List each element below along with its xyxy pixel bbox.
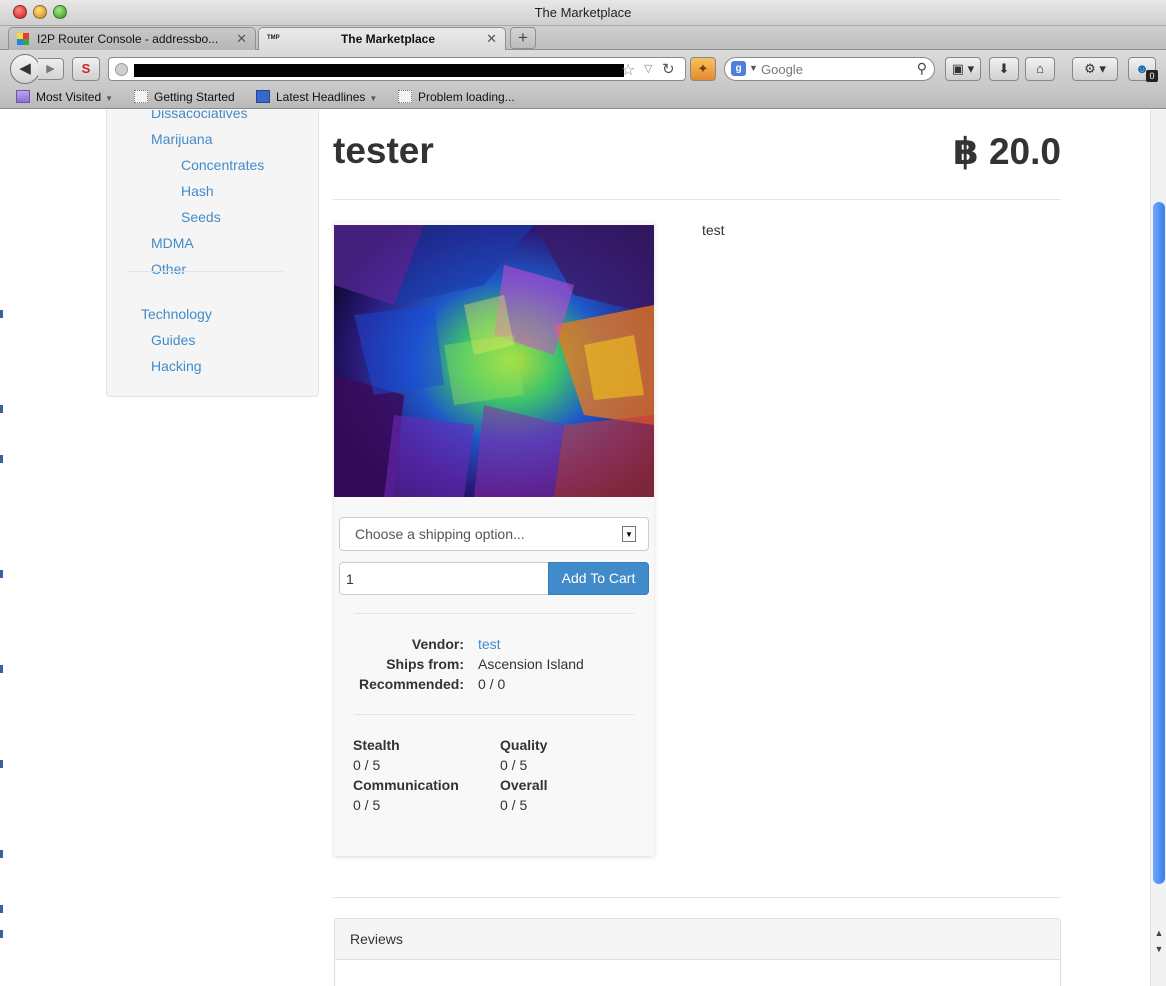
category-sidebar: Dissacociatives Marijuana Concentrates H… xyxy=(106,110,319,397)
stealth-label: Stealth xyxy=(353,737,400,753)
category-other[interactable]: Other xyxy=(151,261,186,277)
chevron-down-icon: ▼ xyxy=(369,94,378,103)
stealth-value: 0 / 5 xyxy=(353,757,381,773)
window-title: The Marketplace xyxy=(534,5,632,20)
quality-value: 0 / 5 xyxy=(500,757,528,773)
forward-button[interactable]: ▶ xyxy=(38,58,64,80)
history-dropdown-icon[interactable]: ▽ xyxy=(644,62,652,75)
back-button[interactable]: ◀ xyxy=(10,54,40,84)
page-viewport: Dissacociatives Marijuana Concentrates H… xyxy=(0,110,1150,986)
new-tab-button[interactable]: + xyxy=(510,27,536,49)
address-bar[interactable]: ☆ ▽ ↻ xyxy=(108,57,686,81)
category-hacking[interactable]: Hacking xyxy=(151,358,202,374)
scroll-up-icon[interactable]: ▲ xyxy=(1153,928,1165,938)
rss-icon xyxy=(256,90,270,103)
close-tab-icon[interactable]: ✕ xyxy=(236,31,247,47)
card-divider xyxy=(354,714,634,715)
bookmarks-toolbar: Most Visited ▼ Getting Started Latest Hea… xyxy=(0,87,1166,109)
reload-icon[interactable]: ↻ xyxy=(662,60,675,78)
extension-icon[interactable]: ✦ xyxy=(690,57,716,81)
bookmark-star-icon[interactable]: ☆ xyxy=(621,60,635,80)
tab-marketplace[interactable]: TMP The Marketplace ✕ xyxy=(258,27,506,50)
close-tab-icon[interactable]: ✕ xyxy=(486,31,497,47)
marketplace-favicon-icon: TMP xyxy=(267,35,280,41)
category-concentrates[interactable]: Concentrates xyxy=(181,157,264,173)
overall-value: 0 / 5 xyxy=(500,797,528,813)
category-marijuana[interactable]: Marijuana xyxy=(151,131,212,147)
shipping-select[interactable]: Choose a shipping option... ▼ xyxy=(339,517,649,551)
product-card: Choose a shipping option... ▼ 1 Add To C… xyxy=(334,222,654,856)
category-technology[interactable]: Technology xyxy=(141,306,212,322)
page-icon xyxy=(398,90,412,103)
bookmark-label: Latest Headlines xyxy=(276,90,366,104)
product-description: test xyxy=(702,222,725,238)
navigation-toolbar: ◀ ▶ S ☆ ▽ ↻ ✦ g ▼ Google ⚲ ▣ ▾ ⬇ ⌂ ⚙ ▾ ☻… xyxy=(0,50,1166,87)
i2p-favicon-icon xyxy=(17,33,29,45)
quality-label: Quality xyxy=(500,737,548,753)
bookmark-label: Getting Started xyxy=(154,90,235,104)
header-divider xyxy=(333,199,1061,200)
communication-label: Communication xyxy=(353,777,459,793)
chevron-down-icon: ▼ xyxy=(622,526,636,542)
search-icon[interactable]: ⚲ xyxy=(917,60,927,77)
category-seeds[interactable]: Seeds xyxy=(181,209,221,225)
product-image-art xyxy=(334,225,654,497)
recommended-label: Recommended: xyxy=(358,676,464,692)
home-icon[interactable]: ⌂ xyxy=(1025,57,1055,81)
google-engine-icon[interactable]: g xyxy=(731,61,746,76)
category-guides[interactable]: Guides xyxy=(151,332,195,348)
addon-menu-button[interactable]: ⚙ ▾ xyxy=(1072,57,1118,81)
recommended-value: 0 / 0 xyxy=(478,676,506,692)
tab-label: The Marketplace xyxy=(340,32,436,46)
redacted-url xyxy=(134,64,624,77)
tab-label: I2P Router Console - addressbo... xyxy=(37,32,219,46)
category-hash[interactable]: Hash xyxy=(181,183,214,199)
noscript-icon[interactable]: S xyxy=(72,57,100,81)
site-identity-icon[interactable] xyxy=(115,63,128,76)
ships-from-label: Ships from: xyxy=(386,656,464,672)
quantity-input[interactable]: 1 xyxy=(339,562,549,595)
chevron-down-icon: ▼ xyxy=(105,94,114,103)
scroll-down-icon[interactable]: ▼ xyxy=(1153,944,1165,954)
communication-value: 0 / 5 xyxy=(353,797,381,813)
bookmark-most-visited[interactable]: Most Visited ▼ xyxy=(16,90,113,104)
bookmark-label: Most Visited xyxy=(36,90,102,104)
vendor-label: Vendor: xyxy=(411,636,464,652)
bookmark-label: Problem loading... xyxy=(418,90,515,104)
product-price: ฿ 20.0 xyxy=(952,131,1061,172)
folder-icon xyxy=(16,90,30,103)
overall-label: Overall xyxy=(500,777,548,793)
product-title: tester xyxy=(333,130,434,171)
product-image xyxy=(334,225,654,497)
tab-router-console[interactable]: I2P Router Console - addressbo... ✕ xyxy=(8,27,256,50)
shipping-select-value: Choose a shipping option... xyxy=(355,526,525,542)
card-divider xyxy=(354,613,634,614)
window-titlebar: The Marketplace xyxy=(0,0,1166,26)
bookmark-problem-loading[interactable]: Problem loading... xyxy=(398,90,515,104)
search-bar[interactable]: g ▼ Google ⚲ xyxy=(724,57,935,81)
reviews-panel: Reviews xyxy=(334,918,1061,986)
tab-bar: I2P Router Console - addressbo... ✕ TMP … xyxy=(0,26,1166,50)
download-icon[interactable]: ⬇ xyxy=(989,57,1019,81)
ships-from-value: Ascension Island xyxy=(478,656,584,672)
category-dissacociatives[interactable]: Dissacociatives xyxy=(151,110,247,121)
reviews-heading: Reviews xyxy=(335,919,1060,960)
notification-badge: 0 xyxy=(1146,70,1158,82)
sidebar-divider xyxy=(127,271,283,272)
vendor-link[interactable]: test xyxy=(478,636,501,652)
engine-dropdown-icon[interactable]: ▼ xyxy=(749,63,758,73)
page-scrollbar[interactable]: ▲ ▼ xyxy=(1150,110,1166,986)
scrollbar-thumb[interactable] xyxy=(1153,202,1165,884)
bookmark-getting-started[interactable]: Getting Started xyxy=(134,90,235,104)
add-to-cart-button[interactable]: Add To Cart xyxy=(548,562,649,595)
bookmark-latest-headlines[interactable]: Latest Headlines ▼ xyxy=(256,90,377,104)
search-input[interactable]: Google xyxy=(761,62,803,77)
page-icon xyxy=(134,90,148,103)
bookmarks-menu-button[interactable]: ▣ ▾ xyxy=(945,57,981,81)
reviews-divider xyxy=(333,897,1061,898)
category-mdma[interactable]: MDMA xyxy=(151,235,194,251)
